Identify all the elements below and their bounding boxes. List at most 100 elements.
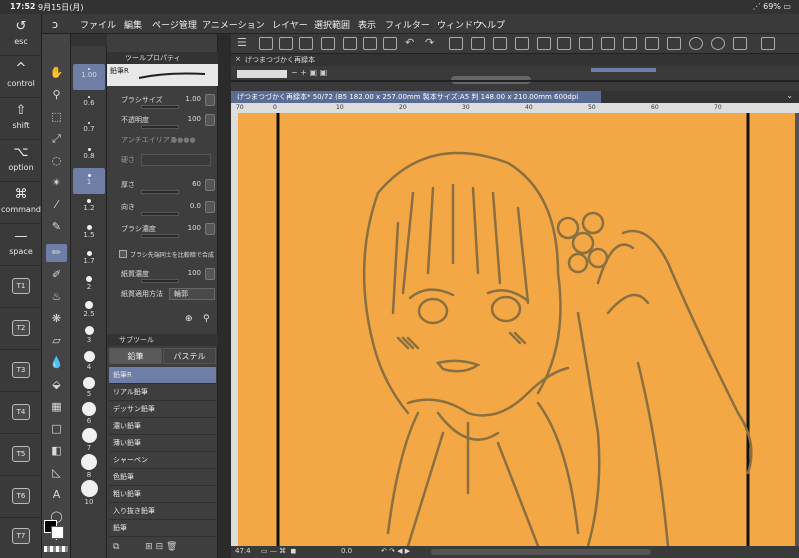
redo-icon[interactable]: ↷ [425,37,439,50]
subtool-item[interactable]: 色鉛筆 [109,469,216,486]
brush-density-row[interactable]: ブラシ濃度 100 [113,223,215,243]
brush-size-item[interactable]: 0.6 [73,90,105,116]
brush-size-item[interactable]: 2.5 [73,298,105,324]
pressure-icon[interactable] [205,94,215,106]
crop-icon[interactable] [493,37,507,50]
gradient-icon[interactable]: ▦ [46,398,67,416]
ruler-snap-icon[interactable] [601,37,615,50]
control-key[interactable]: ^ control [0,56,42,98]
drawing-canvas[interactable] [238,113,795,546]
brush-size-item[interactable]: 2 [73,272,105,298]
perspective-icon[interactable] [623,37,637,50]
flip-icon[interactable] [645,37,659,50]
ruler-icon[interactable]: ◺ [46,464,67,482]
frame-border-icon[interactable]: ◧ [46,442,67,460]
paper-method-row[interactable]: 紙質適用方法 輪郭 [113,288,215,308]
cloud-icon[interactable] [383,37,397,50]
airbrush-icon[interactable]: ♨ [46,288,67,306]
menu-help[interactable]: ヘルプ [478,18,505,31]
subtool-item[interactable]: 粗い鉛筆 [109,486,216,503]
hand-icon[interactable]: ✋ [46,64,67,82]
settings-icon[interactable] [205,223,215,235]
save-icon[interactable] [299,37,313,50]
subtool-item[interactable]: リアル鉛筆 [109,384,216,401]
blend-icon[interactable]: 💧 [46,354,67,372]
quick-key-t4[interactable]: T4 [0,392,42,434]
quick-key-t3[interactable]: T3 [0,350,42,392]
app-logo-icon[interactable]: ↄ [52,18,58,31]
canvas-tab-active[interactable]: げつまつづかく再録本* 50/72 (B5 182.00 x 257.00mm … [231,91,601,113]
chevron-down-icon[interactable]: ⌄ [786,91,793,100]
fill-icon[interactable]: ⬙ [46,376,67,394]
subtool-item[interactable]: 鉛筆 [109,520,216,537]
menu-layer[interactable]: レイヤー [272,18,308,31]
antialias-dots[interactable]: ●●●● [171,136,195,144]
brush-size-item[interactable]: 6 [73,402,105,428]
brush-size-item[interactable]: 10 [73,480,105,506]
hardness-row[interactable]: 硬さ [113,154,215,174]
direction-row[interactable]: 向き 0.0 [113,201,215,221]
pencil-icon[interactable]: ✏ [46,244,67,262]
download-icon[interactable]: ⊕ [185,314,193,324]
document-tab-title[interactable]: げつまつづかく再録本 [245,55,315,65]
subtool-item[interactable]: 鉛筆R [109,367,216,384]
eyedropper-icon[interactable]: ⁄ [46,196,67,214]
brush-size-item[interactable]: 5 [73,376,105,402]
compare-darken-checkbox[interactable]: ブラシ先端同士を比較暗で合成 [119,249,217,261]
selection-icon[interactable] [471,37,485,50]
brush-size-item[interactable]: 7 [73,428,105,454]
menu-view[interactable]: 表示 [358,18,376,31]
magic-wand-icon[interactable]: ✴ [46,174,67,192]
operation-icon[interactable]: ⬚ [46,108,67,126]
quick-key-t6[interactable]: T6 [0,476,42,518]
settings-icon[interactable] [205,179,215,191]
vertical-scrollbar[interactable] [795,113,799,546]
settings-icon[interactable] [733,37,747,50]
fill-select-icon[interactable] [537,37,551,50]
subtool-footer-icons[interactable]: ⧉ ⊞ ⊟ 🗑 [113,542,177,552]
brush-size-item[interactable]: 1.5 [73,220,105,246]
tab-pastel[interactable]: パステル [163,348,216,364]
fullscreen-icon[interactable] [761,37,775,50]
move-layer-icon[interactable]: ⤢ [46,130,67,148]
sub-color-swatch[interactable] [51,526,64,539]
angle-value[interactable]: 0.0 [341,547,352,555]
subtool-item[interactable]: 濃い鉛筆 [109,418,216,435]
history-icon[interactable] [689,37,703,50]
menu-icon[interactable]: ☰ [237,37,251,50]
menu-filter[interactable]: フィルター [385,18,430,31]
subtool-item[interactable]: デッサン鉛筆 [109,401,216,418]
brush-size-item[interactable]: 0.8 [73,142,105,168]
menu-selection[interactable]: 選択範囲 [314,18,350,31]
transparent-color-swatch[interactable] [44,546,68,552]
quick-key-t5[interactable]: T5 [0,434,42,476]
brush-size-item[interactable]: 3 [73,324,105,350]
brush-size-item[interactable]: 1.2 [73,194,105,220]
quick-key-t1[interactable]: T1 [0,266,42,308]
thickness-row[interactable]: 厚さ 60 [113,179,215,199]
settings-icon[interactable] [205,268,215,280]
space-key[interactable]: — space [0,224,42,266]
layer-icon[interactable] [557,37,571,50]
brush-size-item[interactable]: 8 [73,454,105,480]
lasso-icon[interactable]: ◌ [46,152,67,170]
esc-key[interactable]: ↺ esc [0,14,42,56]
lasso-select-icon[interactable] [515,37,529,50]
quick-key-t2[interactable]: T2 [0,308,42,350]
subtool-item[interactable]: 薄い鉛筆 [109,435,216,452]
menu-file[interactable]: ファイル [80,18,116,31]
clear-icon[interactable] [449,37,463,50]
help-icon[interactable] [711,37,725,50]
grid-icon[interactable] [579,37,593,50]
menu-page[interactable]: ページ管理 [152,18,197,31]
menu-animation[interactable]: アニメーション [202,18,265,31]
brush-size-item[interactable]: 1.00 [73,64,105,90]
rotate-icon[interactable] [667,37,681,50]
brush-size-row[interactable]: ブラシサイズ 1.00 [113,94,215,114]
settings-icon[interactable] [205,201,215,213]
settings-icon[interactable] [205,114,215,126]
quick-key-t7[interactable]: T7 [0,516,42,558]
record-icon[interactable] [321,37,335,50]
brush-size-item[interactable]: 0.7 [73,116,105,142]
export-icon[interactable] [343,37,357,50]
